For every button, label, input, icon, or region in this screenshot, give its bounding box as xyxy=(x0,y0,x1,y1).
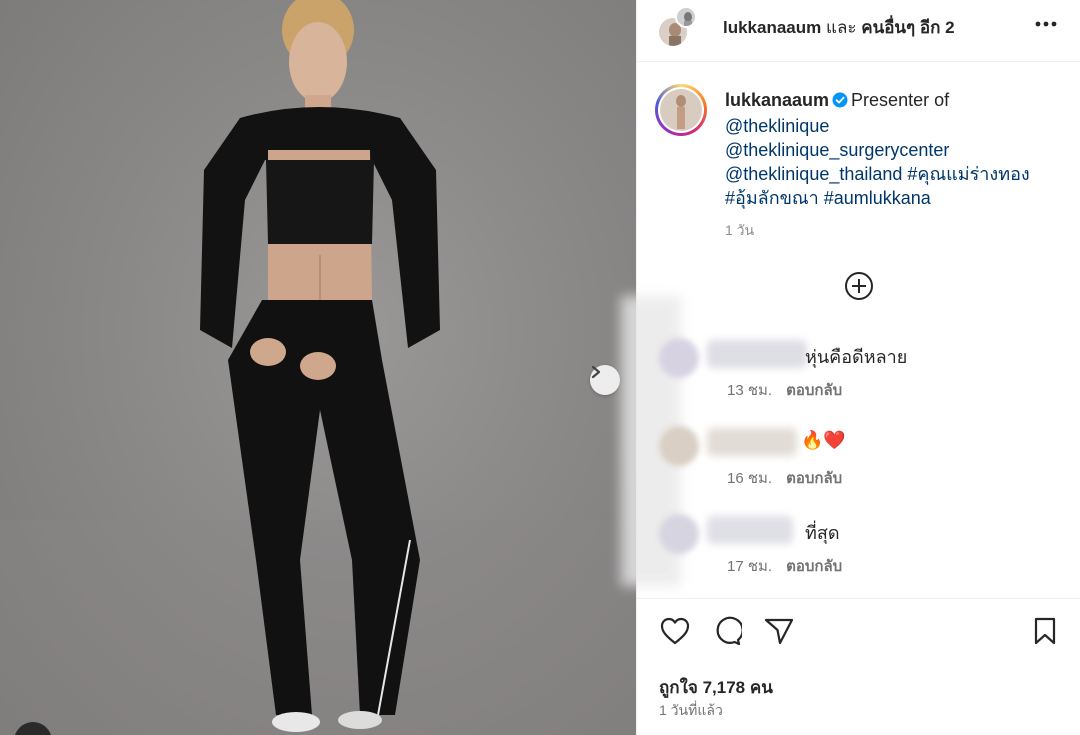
avatar[interactable] xyxy=(675,6,697,28)
caption-avatar[interactable] xyxy=(655,84,707,136)
avatar[interactable] xyxy=(659,338,699,378)
post-header: lukkanaaum และ คนอื่นๆ อีก 2 xyxy=(637,0,1080,62)
comment-button[interactable] xyxy=(711,616,744,651)
share-button[interactable] xyxy=(763,617,795,649)
comment-text: 🔥❤️ xyxy=(801,430,846,450)
header-authors: lukkanaaum และ คนอื่นๆ อีก 2 xyxy=(723,14,955,41)
action-bar xyxy=(637,598,1080,668)
header-connector: และ xyxy=(821,18,862,37)
post-photo xyxy=(0,0,636,735)
hashtag-link[interactable]: #อุ้มลักขณา xyxy=(725,188,819,208)
save-button[interactable] xyxy=(1029,617,1061,649)
caption-time: 1 วัน xyxy=(725,222,755,238)
comment-meta: 13 ชม. ตอบกลับ xyxy=(727,378,842,402)
reply-button[interactable]: ตอบกลับ xyxy=(786,558,842,575)
comment-text: ที่สุด xyxy=(805,523,840,543)
bookmark-icon xyxy=(1033,617,1057,650)
verified-badge-icon xyxy=(832,90,848,114)
reply-button[interactable]: ตอบกลับ xyxy=(786,470,842,487)
comment-icon xyxy=(712,616,744,651)
post-side-panel: lukkanaaum และ คนอื่นๆ อีก 2 lukkanaaum P… xyxy=(621,0,1080,735)
like-button[interactable] xyxy=(659,617,691,649)
more-options-icon xyxy=(1035,14,1057,32)
list-item: ที่สุด 17 ชม. ตอบกลับ xyxy=(637,506,1080,594)
share-icon xyxy=(764,617,794,650)
hashtag-link[interactable]: #คุณแม่ร่างทอง xyxy=(907,164,1029,184)
mention-link[interactable]: @theklinique xyxy=(725,116,829,136)
list-item: หุ่นคือดีหลาย 13 ชม. ตอบกลับ xyxy=(637,330,1080,418)
mention-link[interactable]: @theklinique_surgerycenter xyxy=(725,140,949,160)
comment-time: 16 ชม. xyxy=(727,470,773,487)
blurred-username xyxy=(707,428,797,456)
header-others[interactable]: คนอื่นๆ อีก 2 xyxy=(861,18,954,37)
comment-text: หุ่นคือดีหลาย xyxy=(805,347,908,367)
mention-link[interactable]: @theklinique_thailand xyxy=(725,164,902,184)
comment-list: หุ่นคือดีหลาย 13 ชม. ตอบกลับ 🔥❤️ 16 ชม. ตอ… xyxy=(637,330,1080,594)
post-timestamp[interactable]: 1 วันที่แล้ว xyxy=(659,700,723,722)
reply-button[interactable]: ตอบกลับ xyxy=(786,382,842,399)
blurred-username xyxy=(707,340,807,368)
heart-icon xyxy=(660,617,690,650)
plus-circle-icon xyxy=(843,272,875,306)
comment-meta: 16 ชม. ตอบกลับ xyxy=(727,466,842,490)
photo-illustration xyxy=(0,0,636,735)
comment-time: 17 ชม. xyxy=(727,558,773,575)
more-options-button[interactable] xyxy=(1033,10,1059,36)
author-avatars[interactable] xyxy=(657,6,697,50)
caption-username[interactable]: lukkanaaum xyxy=(725,90,829,110)
comment-time: 13 ชม. xyxy=(727,382,773,399)
caption-intro: Presenter of xyxy=(851,90,950,110)
caption-body: lukkanaaum Presenter of @theklinique @the… xyxy=(725,88,1065,242)
like-count[interactable]: ถูกใจ 7,178 คน xyxy=(659,674,773,701)
header-username[interactable]: lukkanaaum xyxy=(723,18,821,37)
list-item: 🔥❤️ 16 ชม. ตอบกลับ xyxy=(637,418,1080,506)
avatar[interactable] xyxy=(659,426,699,466)
next-photo-button[interactable] xyxy=(590,365,620,395)
hashtag-link[interactable]: #aumlukkana xyxy=(824,188,931,208)
blurred-username xyxy=(707,516,793,544)
load-more-comments-button[interactable] xyxy=(843,270,875,302)
avatar[interactable] xyxy=(659,514,699,554)
comment-meta: 17 ชม. ตอบกลับ xyxy=(727,554,842,578)
